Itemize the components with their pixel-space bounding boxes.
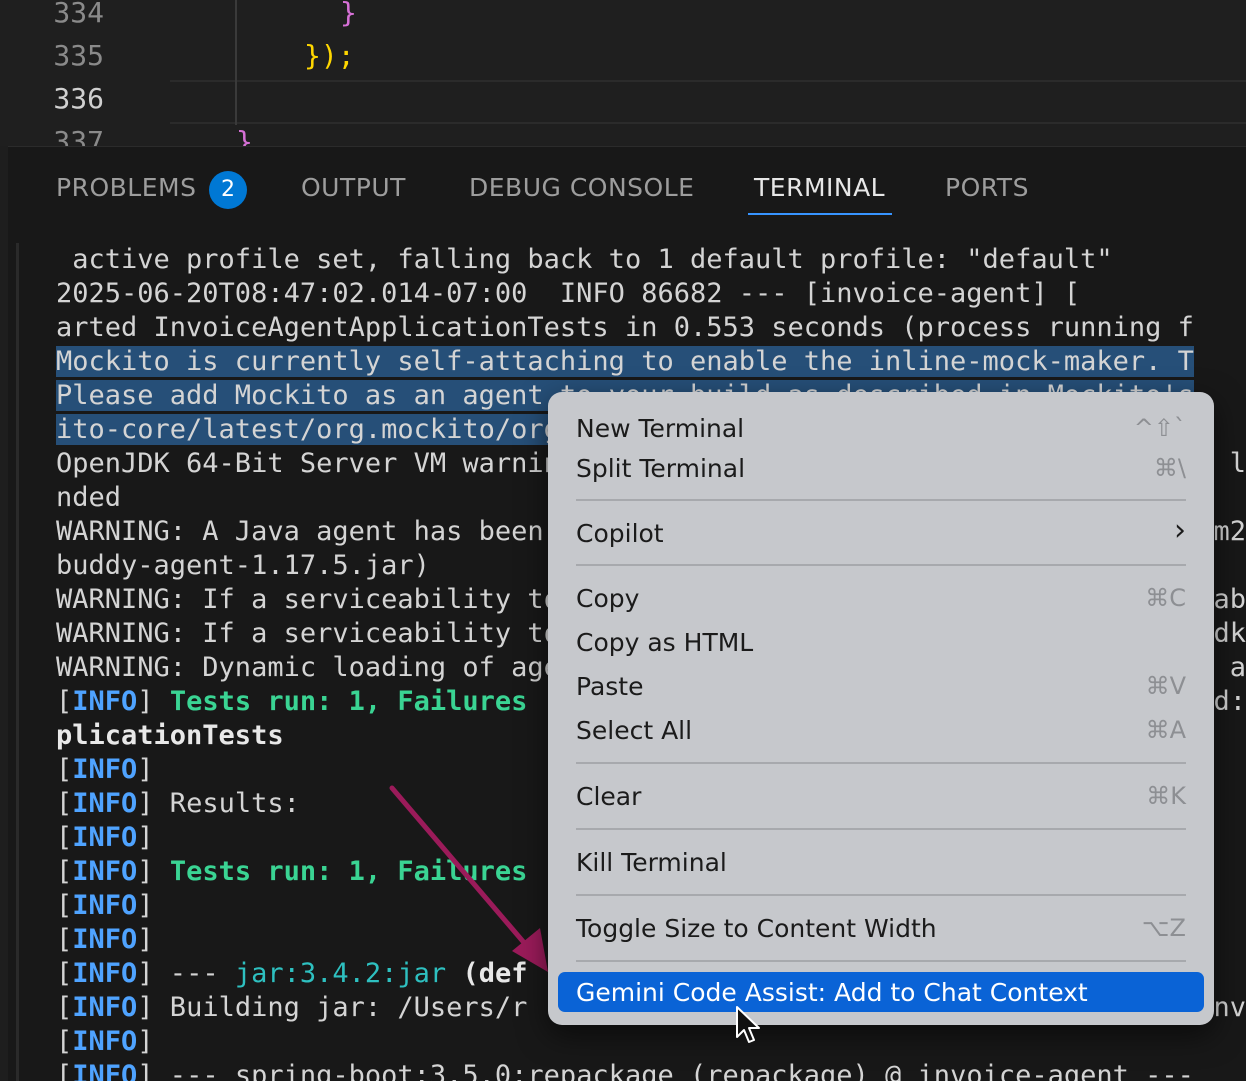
code-line[interactable]: } — [236, 125, 253, 146]
menu-item-toggle-size[interactable]: Toggle Size to Content Width ⌥Z — [558, 908, 1204, 948]
code-editor[interactable]: 334 335 336 337 } }); } — [0, 0, 1246, 146]
terminal-line: [INFO] --- spring-boot:3.5.0:repackage (… — [56, 1060, 1194, 1081]
terminal-line-fragment: dk — [1213, 618, 1246, 649]
menu-item-shortcut: ^⇧` — [1133, 414, 1186, 442]
menu-item-new-terminal[interactable]: New Terminal ^⇧` — [558, 408, 1204, 448]
menu-item-copy-as-html[interactable]: Copy as HTML — [558, 622, 1204, 662]
line-number: 334 — [53, 0, 104, 29]
menu-item-label: Kill Terminal — [576, 848, 727, 877]
menu-item-select-all[interactable]: Select All ⌘A — [558, 710, 1204, 750]
terminal-line-selected: ito-core/latest/org.mockito/org — [56, 414, 560, 445]
terminal-gutter — [16, 243, 19, 1081]
menu-item-label: Split Terminal — [576, 454, 746, 483]
line-number-current: 336 — [53, 82, 104, 115]
tab-output[interactable]: OUTPUT — [301, 173, 406, 202]
menu-item-label: New Terminal — [576, 414, 745, 443]
terminal-line-fragment: ab — [1213, 584, 1246, 615]
menu-item-label: Toggle Size to Content Width — [576, 914, 937, 943]
menu-separator — [576, 762, 1186, 764]
menu-item-copilot[interactable]: Copilot › — [558, 513, 1204, 553]
menu-item-label: Copy — [576, 584, 640, 613]
problems-count-badge: 2 — [209, 171, 247, 209]
menu-separator — [576, 499, 1186, 501]
terminal-line: [INFO] — [56, 1026, 154, 1057]
terminal-line-fragment: d: — [1213, 686, 1246, 717]
menu-item-label: Paste — [576, 672, 644, 701]
menu-item-label: Gemini Code Assist: Add to Chat Context — [576, 978, 1088, 1007]
menu-item-copy[interactable]: Copy ⌘C — [558, 578, 1204, 618]
mouse-pointer-icon — [736, 1006, 760, 1043]
menu-item-shortcut: ⌥Z — [1141, 914, 1186, 942]
menu-item-label: Select All — [576, 716, 693, 745]
menu-separator — [576, 894, 1186, 896]
menu-item-clear[interactable]: Clear ⌘K — [558, 776, 1204, 816]
terminal-line-selected: Mockito is currently self-attaching to e… — [56, 346, 1194, 377]
menu-item-label: Copy as HTML — [576, 628, 754, 657]
menu-item-shortcut: ⌘C — [1145, 584, 1186, 612]
terminal-line: arted InvoiceAgentApplicationTests in 0.… — [56, 312, 1194, 343]
terminal-line-fragment: m2 — [1213, 516, 1246, 547]
menu-item-label: Clear — [576, 782, 642, 811]
menu-item-gemini-add-to-chat[interactable]: Gemini Code Assist: Add to Chat Context — [558, 972, 1204, 1012]
tab-debug-console[interactable]: DEBUG CONSOLE — [469, 173, 694, 202]
chevron-right-icon: › — [1174, 513, 1186, 548]
menu-item-label: Copilot — [576, 519, 664, 548]
indent-guide — [235, 0, 237, 125]
menu-item-paste[interactable]: Paste ⌘V — [558, 666, 1204, 706]
code-line[interactable]: }); — [304, 39, 355, 72]
terminal-line-fragment: a — [1229, 652, 1246, 683]
menu-item-shortcut: ⌘\ — [1153, 454, 1186, 482]
menu-item-kill-terminal[interactable]: Kill Terminal — [558, 842, 1204, 882]
tab-terminal[interactable]: TERMINAL — [754, 173, 885, 202]
panel-tabs: PROBLEMS 2 OUTPUT DEBUG CONSOLE TERMINAL… — [8, 147, 1246, 229]
terminal-context-menu: New Terminal ^⇧` Split Terminal ⌘\ Copilot › C… — [548, 392, 1214, 1025]
menu-item-split-terminal[interactable]: Split Terminal ⌘\ — [558, 448, 1204, 488]
line-number: 335 — [53, 39, 104, 72]
menu-separator — [576, 960, 1186, 962]
terminal-line-fragment: nv — [1213, 992, 1246, 1023]
terminal-line: 2025-06-20T08:47:02.014-07:00 INFO 86682… — [56, 278, 1081, 309]
line-number: 337 — [53, 125, 104, 146]
menu-separator — [576, 828, 1186, 830]
current-line-highlight — [170, 80, 1246, 124]
menu-item-shortcut: ⌘A — [1145, 716, 1186, 744]
menu-item-shortcut: ⌘V — [1145, 672, 1186, 700]
tab-problems[interactable]: PROBLEMS — [56, 173, 196, 202]
terminal-line: active profile set, falling back to 1 de… — [56, 244, 1113, 275]
menu-separator — [576, 564, 1186, 566]
tab-ports[interactable]: PORTS — [945, 173, 1029, 202]
active-tab-indicator — [748, 213, 892, 215]
code-line[interactable]: } — [340, 0, 357, 29]
menu-item-shortcut: ⌘K — [1146, 782, 1186, 810]
terminal-line-fragment: l — [1229, 448, 1246, 479]
